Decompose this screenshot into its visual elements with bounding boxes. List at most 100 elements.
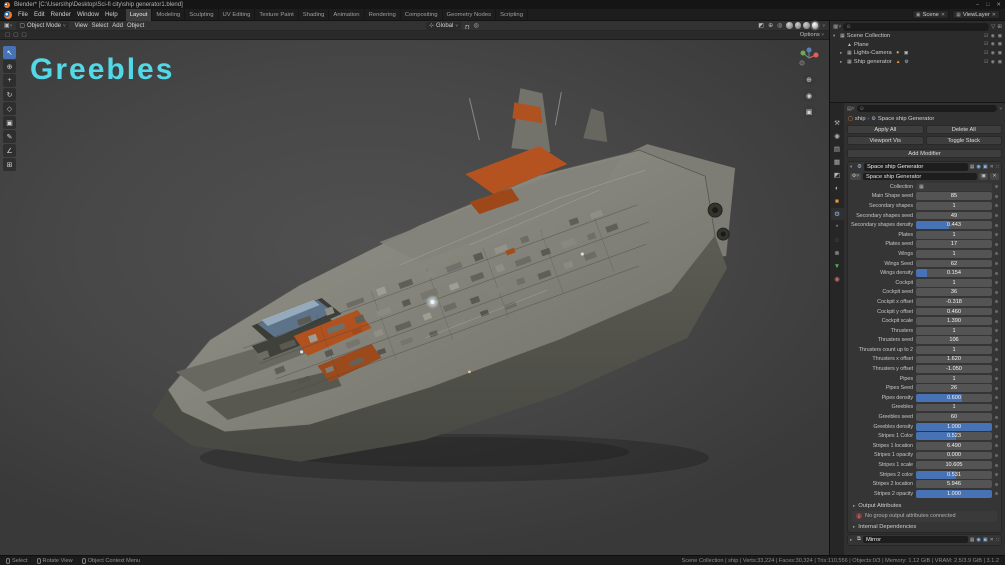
camera-visibility-icon[interactable]: ▣ [997,42,1002,47]
output-attributes-section[interactable]: ▸ Output Attributes [848,501,1001,511]
options-dropdown[interactable]: Options ˅ [800,32,824,38]
minimize-icon[interactable]: – [976,2,979,8]
decorator-dot-icon[interactable] [995,483,998,486]
workspace-tab-scripting[interactable]: Scripting [496,9,528,21]
collection-field[interactable]: ▦ [916,183,992,191]
decorator-dot-icon[interactable] [995,358,998,361]
tool-scale[interactable]: ◇ [3,102,16,115]
xray-icon[interactable]: ◎ [777,22,782,29]
snap-magnet-icon[interactable]: Ω [465,23,470,29]
editor-type-icon[interactable]: ▤˅ [847,106,855,112]
decorator-dot-icon[interactable] [995,396,998,399]
menu-edit[interactable]: Edit [31,11,48,18]
properties-search-input[interactable]: ⊙ [857,105,998,113]
param-field-plates[interactable]: 1 [916,231,992,239]
workspace-tab-geometry-nodes[interactable]: Geometry Nodes [443,9,497,21]
unlink-icon[interactable]: ✕ [990,173,999,181]
properties-tab-modifiers[interactable]: ⚙ [831,208,844,220]
param-field-stripes-1-opacity[interactable]: 0.000 [916,452,992,460]
viewport-menu-select[interactable]: Select [90,23,111,29]
overlays-icon[interactable]: ⊕ [768,22,773,29]
view-layer-selector[interactable]: ▦ ViewLayer ✕ [952,10,1000,19]
unlink-icon[interactable]: ✕ [992,12,996,18]
decorator-dot-icon[interactable] [995,464,998,467]
param-field-greebles-density[interactable]: 1.000 [916,423,992,431]
param-field-stripes-1-location[interactable]: 6.490 [916,442,992,450]
outliner-row-ship-generator[interactable]: ▸ ▦ Ship generator ▲⚙ ☑ ◉ ▣ [830,58,1005,67]
outliner-row-scene-collection[interactable]: ▾ ▦ Scene Collection ☑ ◉ ▣ [830,32,1005,41]
param-field-secondary-shapes-density[interactable]: 0.443 [916,221,992,229]
proportional-edit-icon[interactable]: ◎ [473,22,478,29]
decorator-dot-icon[interactable] [995,492,998,495]
tool-measure[interactable]: ∠ [3,144,16,157]
workspace-tab-layout[interactable]: Layout [126,9,153,21]
param-field-stripes-1-scale[interactable]: 10.605 [916,461,992,469]
workspace-tab-uv-editing[interactable]: UV Editing [219,9,256,21]
checkbox-icon[interactable]: ☑ [984,34,988,39]
decorator-dot-icon[interactable] [995,300,998,303]
filter-icon[interactable]: ▽ [991,24,995,30]
properties-tab-world[interactable]: ◐ [831,182,844,194]
tool-option-icon[interactable]: ▢ [21,32,26,38]
properties-tab-object-data[interactable]: ▼ [831,260,844,272]
disclosure-icon[interactable]: ▸ [840,59,845,65]
decorator-dot-icon[interactable] [995,185,998,188]
blender-logo-icon[interactable] [4,11,12,19]
decorator-dot-icon[interactable] [995,416,998,419]
axis-gizmo-icon[interactable] [797,46,821,70]
close-icon[interactable]: ✕ [996,2,1001,8]
camera-visibility-icon[interactable]: ▣ [997,51,1002,56]
show-gizmo-icon[interactable]: ◩ [758,22,764,29]
param-field-secondary-shapes[interactable]: 1 [916,202,992,210]
orientation-dropdown[interactable]: ⊹ Global ˅ [426,22,461,30]
decorator-dot-icon[interactable] [995,368,998,371]
camera-visibility-icon[interactable]: ▣ [997,60,1002,65]
checkbox-icon[interactable]: ☑ [984,60,988,65]
mode-dropdown[interactable]: ▢ Object Mode ˅ [16,22,68,30]
properties-tab-output[interactable]: ▤ [831,143,844,155]
internal-dependencies-section[interactable]: ▸ Internal Dependencies [848,522,1001,532]
tool-rotate[interactable]: ↻ [3,88,16,101]
camera-view-icon[interactable]: ▣ [803,105,816,118]
decorator-dot-icon[interactable] [995,281,998,284]
render-toggle-icon[interactable]: ▣ [983,164,988,170]
decorator-dot-icon[interactable] [995,339,998,342]
viewport-vis-button[interactable]: Viewport Vis [847,136,924,145]
decorator-dot-icon[interactable] [995,329,998,332]
outliner-search-input[interactable]: ⊙ [843,23,989,31]
decorator-dot-icon[interactable] [995,243,998,246]
workspace-tab-sculpting[interactable]: Sculpting [185,9,218,21]
unlink-icon[interactable]: ✕ [941,12,945,18]
shading-material-icon[interactable] [803,22,810,29]
shading-rendered-icon[interactable] [812,22,819,29]
param-field-plates-seed[interactable]: 17 [916,240,992,248]
shading-solid-icon[interactable] [795,22,802,29]
properties-tab-object[interactable]: ■ [831,195,844,207]
tool-option-icon[interactable]: ▢ [13,32,18,38]
browse-nodetree-icon[interactable]: ⚙˅ [850,173,861,181]
decorator-dot-icon[interactable] [995,348,998,351]
workspace-tab-shading[interactable]: Shading [299,9,330,21]
viewport-menu-object[interactable]: Object [125,23,146,29]
outliner-row-lights-camera[interactable]: ▸ ▦ Lights-Camera ✷▣ ☑ ◉ ▣ [830,49,1005,58]
decorator-dot-icon[interactable] [995,444,998,447]
pan-hand-icon[interactable]: ◉ [803,89,816,102]
param-field-pipes-density[interactable]: 0.600 [916,394,992,402]
properties-tab-constraints[interactable]: ⊗ [831,247,844,259]
editor-type-icon[interactable]: ▣˅ [4,22,12,29]
screen-visibility-icon[interactable]: ◉ [991,34,995,39]
modifier-name-field[interactable]: Space ship Generator [864,163,968,171]
decorator-dot-icon[interactable] [995,377,998,380]
properties-tab-physics[interactable]: ◌ [831,234,844,246]
fake-user-icon[interactable]: ▣ [979,173,988,181]
decorator-dot-icon[interactable] [995,233,998,236]
param-field-wings-density[interactable]: 0.154 [916,269,992,277]
new-collection-icon[interactable]: ⊞ [997,24,1002,30]
param-field-wings[interactable]: 1 [916,250,992,258]
param-field-cockpit[interactable]: 1 [916,279,992,287]
param-field-wings-seed[interactable]: 62 [916,260,992,268]
decorator-dot-icon[interactable] [995,406,998,409]
screen-visibility-icon[interactable]: ◉ [991,60,995,65]
outliner-row-plane[interactable]: ▲ Plane ☑ ◉ ▣ [830,41,1005,50]
param-field-stripes-2-opacity[interactable]: 1.000 [916,490,992,498]
